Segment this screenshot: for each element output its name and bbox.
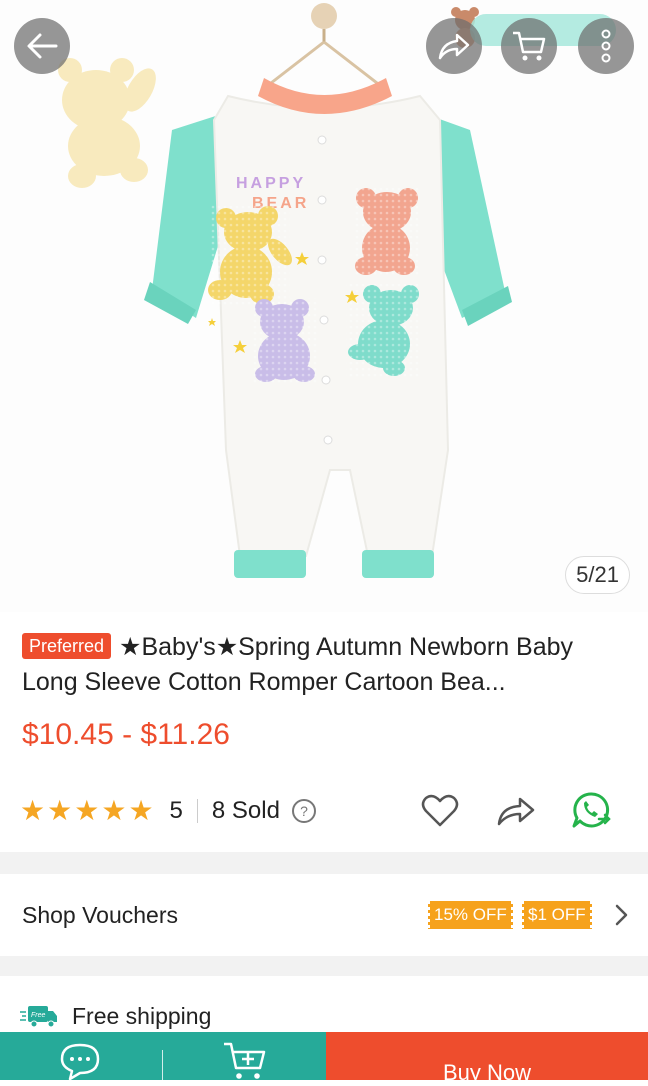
truck-icon: Free <box>20 1006 57 1028</box>
voucher-tag: 15% OFF <box>426 901 515 929</box>
divider <box>196 799 198 823</box>
like-button[interactable] <box>418 790 462 832</box>
section-divider <box>0 956 648 976</box>
add-to-cart-button[interactable] <box>222 1040 268 1085</box>
whatsapp-icon <box>572 792 611 828</box>
product-image-gallery[interactable]: HAPPY BEAR 5/21 <box>0 0 648 612</box>
product-title-block: Preferred ★Baby's★Spring Autumn Newborn B… <box>22 630 632 700</box>
rating-stars: ★ ★ ★ ★ ★ <box>20 797 154 825</box>
buy-now-button[interactable]: Buy Now <box>326 1032 648 1085</box>
sold-count: 8 Sold <box>211 797 280 824</box>
bottom-action-bar: Buy Now <box>0 1032 648 1085</box>
chevron-right-icon <box>615 904 628 926</box>
cart-icon <box>513 31 546 61</box>
voucher-tag: $1 OFF <box>520 901 594 929</box>
rating-row: ★ ★ ★ ★ ★ 5 8 Sold ? <box>20 790 630 832</box>
share-product-button[interactable] <box>494 790 538 832</box>
share-icon <box>438 33 470 60</box>
star-icon: ★ <box>74 795 100 826</box>
free-shipping-label: Free shipping <box>72 1002 212 1029</box>
more-button[interactable] <box>578 18 634 74</box>
star-icon: ★ <box>20 795 46 826</box>
shop-vouchers-label: Shop Vouchers <box>22 901 179 928</box>
help-icon[interactable]: ? <box>291 799 316 823</box>
product-image: HAPPY BEAR <box>58 3 616 578</box>
print-text-happy: HAPPY <box>236 175 306 192</box>
star-icon: ★ <box>101 795 127 826</box>
shipping-row[interactable]: Free Free shipping <box>20 998 211 1034</box>
truck-icon-badge: Free <box>31 1012 46 1019</box>
chat-button[interactable] <box>58 1042 102 1085</box>
more-icon <box>601 29 611 63</box>
divider <box>162 1050 163 1080</box>
section-divider <box>0 852 648 874</box>
star-icon: ★ <box>47 795 73 826</box>
chat-icon <box>60 1043 100 1081</box>
bottom-bar-secondary-actions <box>0 1032 326 1081</box>
star-icon: ★ <box>128 795 154 826</box>
buy-now-label: Buy Now <box>442 1060 532 1085</box>
cart-button[interactable] <box>501 18 557 74</box>
back-arrow-icon <box>27 33 58 59</box>
preferred-badge: Preferred <box>22 633 112 659</box>
heart-icon <box>421 794 459 827</box>
back-button[interactable] <box>14 18 70 74</box>
add-to-cart-icon <box>224 1042 266 1079</box>
rating-value: 5 <box>169 797 183 824</box>
share-button[interactable] <box>426 18 482 74</box>
whatsapp-button[interactable] <box>570 790 614 832</box>
product-price: $10.45 - $11.26 <box>22 718 230 751</box>
shop-vouchers-row[interactable]: Shop Vouchers 15% OFF $1 OFF <box>0 874 648 956</box>
image-counter: 5/21 <box>565 556 630 594</box>
share-icon <box>497 797 535 826</box>
